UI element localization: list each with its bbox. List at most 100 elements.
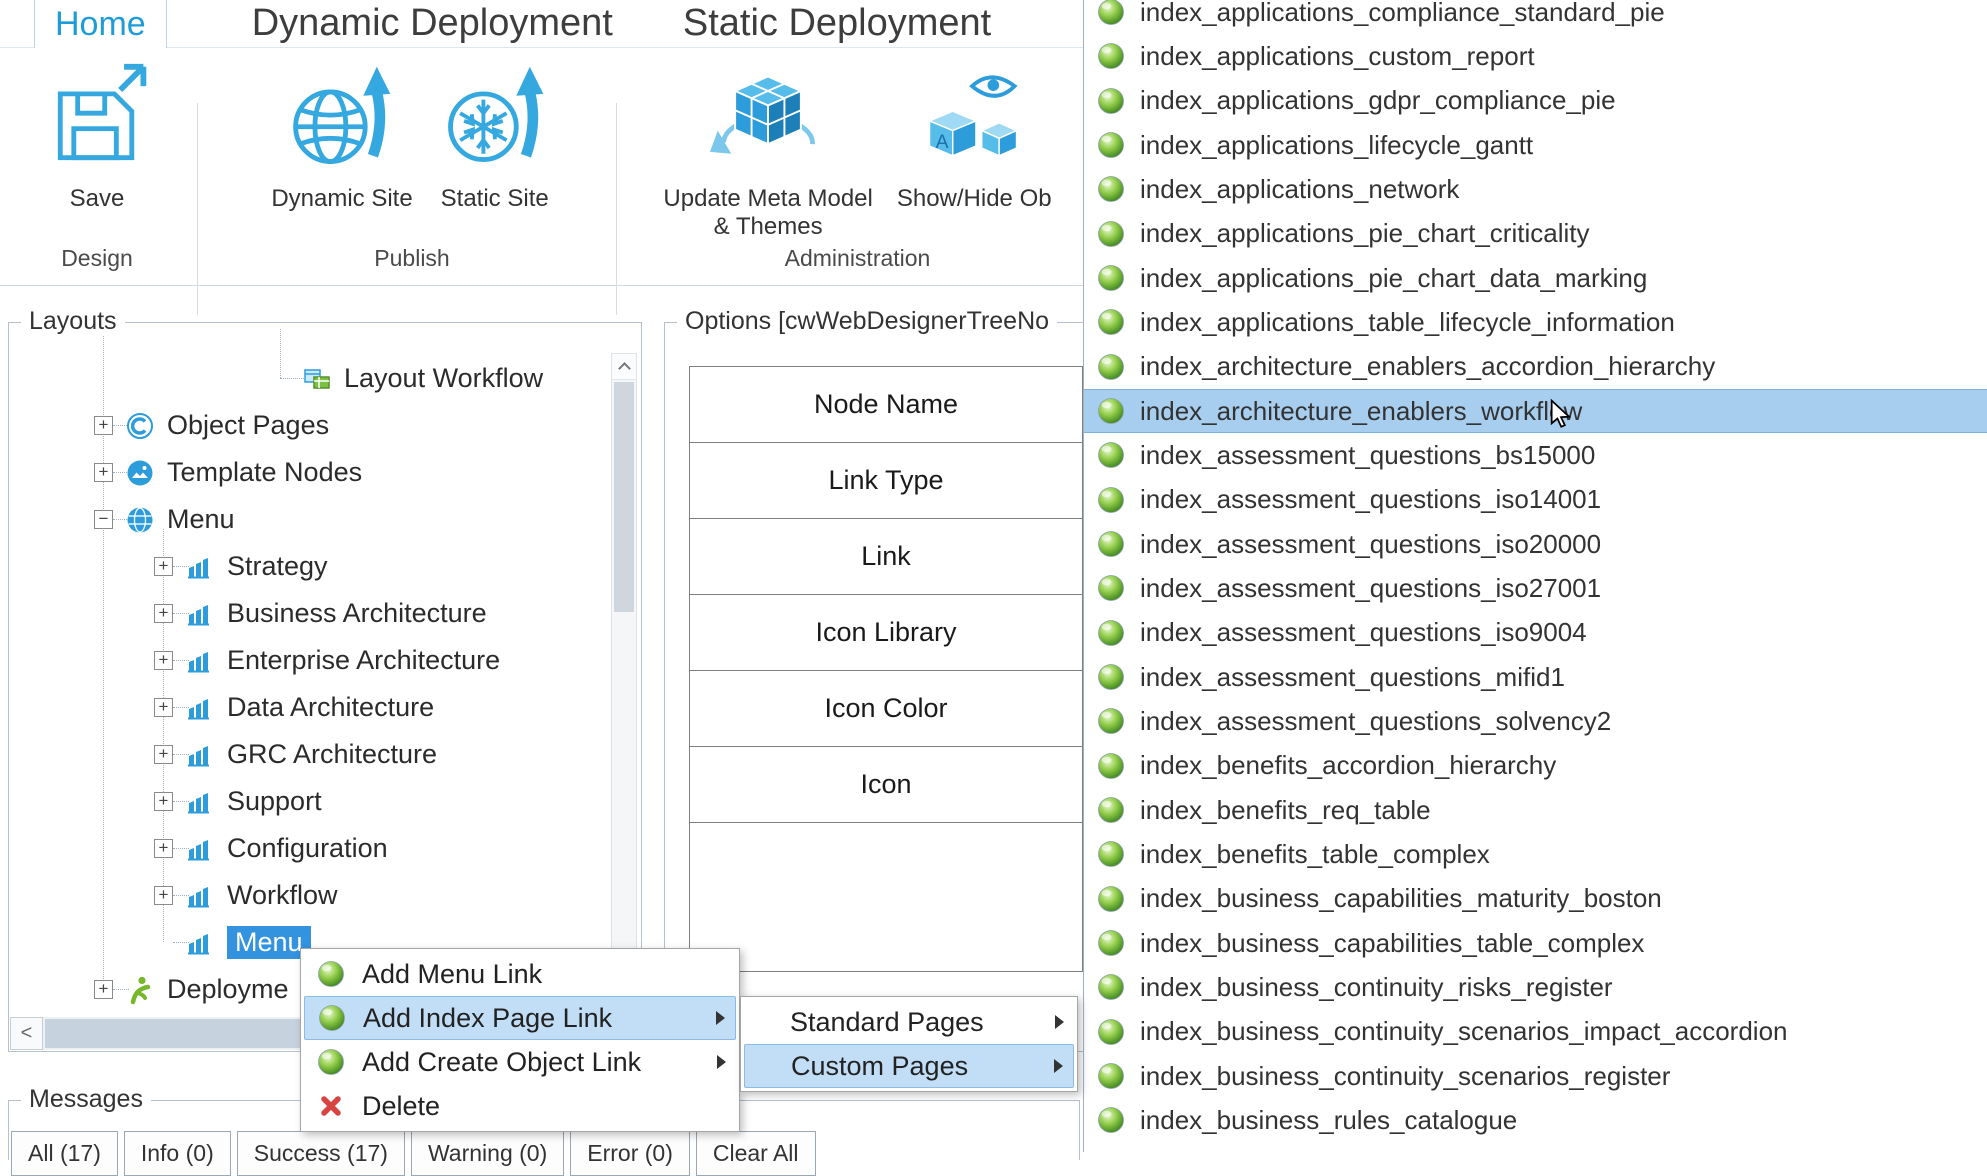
green-sphere-icon — [1096, 86, 1126, 116]
green-sphere-icon — [1096, 396, 1126, 426]
ribbon-button[interactable]: Save — [39, 56, 155, 213]
tree-item[interactable]: + Data Architecture — [9, 684, 607, 731]
tree-expander[interactable]: + — [154, 651, 173, 670]
tree-expander[interactable]: + — [154, 839, 173, 858]
page-list-item[interactable]: index_business_continuity_risks_register — [1084, 965, 1987, 1009]
tree-item[interactable]: + Strategy — [9, 543, 607, 590]
page-list-item[interactable]: index_applications_pie_chart_data_markin… — [1084, 256, 1987, 300]
ribbon-tab[interactable]: Home — [34, 0, 167, 48]
page-list-item[interactable]: index_assessment_questions_solvency2 — [1084, 699, 1987, 743]
menu-node-icon — [185, 928, 215, 958]
green-sphere-icon — [1096, 751, 1126, 781]
tree-expander[interactable]: + — [154, 792, 173, 811]
tree-vertical-scrollbar[interactable] — [611, 353, 637, 1013]
mouse-cursor — [1545, 398, 1577, 435]
page-list-item[interactable]: index_applications_compliance_standard_p… — [1084, 0, 1987, 34]
ribbon-button[interactable]: Static Site — [437, 56, 553, 213]
green-sphere-icon — [1096, 928, 1126, 958]
ribbon-button-label: Show/Hide Ob — [897, 185, 1052, 213]
page-list-item[interactable]: index_applications_custom_report — [1084, 34, 1987, 78]
tree-item[interactable]: + Object Pages — [9, 402, 607, 449]
messages-filter-tab[interactable]: Info (0) — [124, 1131, 231, 1176]
page-list-item[interactable]: index_business_rules_data_accordion — [1084, 1143, 1987, 1152]
context-menu-item[interactable]: Add Create Object Link — [304, 1040, 736, 1084]
page-list-item[interactable]: index_business_capabilities_table_comple… — [1084, 921, 1987, 965]
page-list-item-label: index_business_rules_catalogue — [1140, 1105, 1517, 1136]
green-sphere-icon — [1096, 485, 1126, 515]
tree-item[interactable]: Layout Workflow — [9, 355, 607, 402]
page-list-item[interactable]: index_benefits_accordion_hierarchy — [1084, 744, 1987, 788]
page-list-item[interactable]: index_business_rules_catalogue — [1084, 1098, 1987, 1142]
page-list-item[interactable]: index_assessment_questions_iso20000 — [1084, 522, 1987, 566]
tree-item[interactable]: + Workflow — [9, 872, 607, 919]
ribbon-group-label: Design — [22, 245, 172, 272]
page-list-item[interactable]: index_applications_gdpr_compliance_pie — [1084, 79, 1987, 123]
page-list-item[interactable]: index_assessment_questions_bs15000 — [1084, 433, 1987, 477]
tree-expander[interactable]: + — [94, 416, 113, 435]
page-list-item[interactable]: index_assessment_questions_iso27001 — [1084, 566, 1987, 610]
tree-expander[interactable]: + — [94, 980, 113, 999]
page-list-item[interactable]: index_business_continuity_scenarios_regi… — [1084, 1054, 1987, 1098]
page-list-item[interactable]: index_assessment_questions_iso14001 — [1084, 478, 1987, 522]
page-list-item[interactable]: index_benefits_table_complex — [1084, 832, 1987, 876]
messages-filter-tab[interactable]: Error (0) — [570, 1131, 690, 1176]
tree-expander[interactable]: + — [154, 604, 173, 623]
context-menu: Add Menu Link Add Index Page Link Add Cr… — [300, 948, 740, 1132]
tree-expander[interactable]: + — [154, 557, 173, 576]
tree-item[interactable]: + Enterprise Architecture — [9, 637, 607, 684]
tree-expander[interactable]: + — [154, 698, 173, 717]
tree-expander[interactable]: + — [94, 463, 113, 482]
page-list-item-label: index_assessment_questions_iso9004 — [1140, 617, 1587, 648]
ribbon-button-label: Update Meta Model & Themes — [663, 185, 872, 241]
page-list-item[interactable]: index_assessment_questions_iso9004 — [1084, 611, 1987, 655]
page-list-item[interactable]: index_benefits_req_table — [1084, 788, 1987, 832]
messages-filter-tab[interactable]: Success (17) — [237, 1131, 405, 1176]
context-submenu-item[interactable]: Standard Pages — [744, 1000, 1074, 1044]
vertical-scroll-thumb[interactable] — [614, 382, 634, 612]
ribbon-tab[interactable]: Dynamic Deployment — [252, 0, 613, 46]
save-floppy-icon — [39, 56, 155, 181]
page-list-item[interactable]: index_applications_lifecycle_gantt — [1084, 123, 1987, 167]
page-list-item[interactable]: index_applications_pie_chart_criticality — [1084, 212, 1987, 256]
page-list-item[interactable]: index_business_continuity_scenarios_impa… — [1084, 1010, 1987, 1054]
submenu-arrow-icon — [716, 1011, 725, 1025]
messages-filter-tab[interactable]: Clear All — [696, 1131, 816, 1176]
tree-item[interactable]: + Template Nodes — [9, 449, 607, 496]
layouts-panel-title: Layouts — [21, 307, 125, 336]
context-submenu-item[interactable]: Custom Pages — [744, 1044, 1074, 1088]
tree-item[interactable]: − Menu — [9, 496, 607, 543]
page-list-item[interactable]: index_business_capabilities_maturity_bos… — [1084, 877, 1987, 921]
tree-expander[interactable]: + — [154, 745, 173, 764]
scroll-left-button[interactable]: < — [10, 1017, 43, 1050]
page-list-item-label: index_assessment_questions_iso14001 — [1140, 484, 1601, 515]
page-list-item[interactable]: index_assessment_questions_mifid1 — [1084, 655, 1987, 699]
green-sphere-icon — [1096, 795, 1126, 825]
tree-item[interactable]: + Business Architecture — [9, 590, 607, 637]
page-list-item[interactable]: index_applications_table_lifecycle_infor… — [1084, 300, 1987, 344]
scroll-up-button[interactable] — [612, 354, 636, 380]
ribbon-button[interactable]: Update Meta Model & Themes — [663, 56, 872, 241]
tree-expander[interactable]: − — [94, 510, 113, 529]
tree-item-label: Layout Workflow — [344, 363, 543, 394]
context-menu-item[interactable]: Add Menu Link — [304, 952, 736, 996]
ribbon-button[interactable]: Dynamic Site — [271, 56, 412, 213]
page-list-item[interactable]: index_architecture_enablers_workflow — [1084, 389, 1987, 433]
green-sphere-icon — [1096, 573, 1126, 603]
tree-item[interactable]: + GRC Architecture — [9, 731, 607, 778]
submenu-arrow-icon — [1054, 1059, 1063, 1073]
ribbon-button[interactable]: A Show/Hide Ob — [897, 56, 1052, 213]
ribbon-tab-label: Static Deployment — [683, 2, 991, 44]
tree-item-label: Object Pages — [167, 410, 329, 441]
green-sphere-icon — [316, 1047, 346, 1077]
page-list-item[interactable]: index_applications_network — [1084, 167, 1987, 211]
tree-expander[interactable]: + — [154, 886, 173, 905]
messages-filter-tabs: All (17) Info (0) Success (17) Warning (… — [11, 1131, 816, 1176]
page-list-item[interactable]: index_architecture_enablers_accordion_hi… — [1084, 345, 1987, 389]
tree-item[interactable]: + Configuration — [9, 825, 607, 872]
tree-item[interactable]: + Support — [9, 778, 607, 825]
context-menu-item[interactable]: Delete — [304, 1084, 736, 1128]
messages-filter-tab[interactable]: All (17) — [11, 1131, 118, 1176]
ribbon-tab[interactable]: Static Deployment — [683, 0, 991, 46]
messages-filter-tab[interactable]: Warning (0) — [411, 1131, 564, 1176]
context-menu-item[interactable]: Add Index Page Link — [304, 996, 736, 1040]
